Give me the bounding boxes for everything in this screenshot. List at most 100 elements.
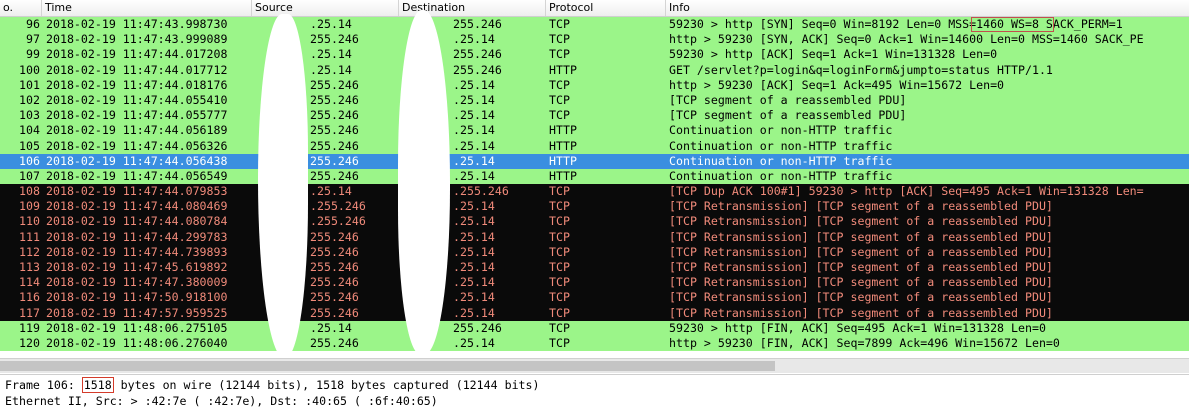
packet-time: 2018-02-19 11:47:57.959525 <box>46 305 228 320</box>
packet-info: [TCP Retransmission] [TCP segment of a r… <box>669 199 1053 214</box>
packet-no: 97 <box>26 32 40 47</box>
packet-time: 2018-02-19 11:47:44.080469 <box>46 199 228 214</box>
packet-protocol: HTTP <box>549 123 577 138</box>
packet-list: 96 2018-02-19 11:47:43.998730.25.14 255.24… <box>0 17 1189 352</box>
packet-protocol: TCP <box>549 290 570 305</box>
horizontal-scrollbar[interactable] <box>0 358 1189 373</box>
packet-row[interactable]: 103 2018-02-19 11:47:44.055777 255.246.25.… <box>0 108 1189 124</box>
packet-row[interactable]: 101 2018-02-19 11:47:44.018176 255.246.25.… <box>0 77 1189 93</box>
column-header-source[interactable]: Source <box>252 0 399 16</box>
column-header-no[interactable]: o. <box>0 0 42 16</box>
packet-no: 100 <box>19 62 40 77</box>
packet-row[interactable]: 117 2018-02-19 11:47:57.959525 255.246.25.… <box>0 305 1189 321</box>
packet-time: 2018-02-19 11:47:45.619892 <box>46 260 228 274</box>
scrollbar-thumb[interactable] <box>0 361 775 371</box>
packet-info: 59230 > http [SYN] Seq=0 Win=8192 Len=0 … <box>669 17 1123 31</box>
packet-time: 2018-02-19 11:47:44.017712 <box>46 62 228 77</box>
packet-info: http > 59230 [ACK] Seq=1 Ack=495 Win=156… <box>669 77 1005 92</box>
packet-row[interactable]: 110 2018-02-19 11:47:44.080784.255.246.25… <box>0 214 1189 230</box>
packet-row[interactable]: 99 2018-02-19 11:47:44.017208.25.14 255.24… <box>0 47 1189 63</box>
packet-no: 114 <box>19 275 40 290</box>
packet-info: Continuation or non-HTTP traffic <box>669 168 893 183</box>
packet-time: 2018-02-19 11:47:44.017208 <box>46 47 228 62</box>
packet-time: 2018-02-19 11:48:06.276040 <box>46 335 228 350</box>
packet-protocol: TCP <box>549 244 570 259</box>
packet-row[interactable]: 112 2018-02-19 11:47:44.739893 255.246.25.… <box>0 244 1189 260</box>
packet-info: Continuation or non-HTTP traffic <box>669 123 893 138</box>
packet-protocol: HTTP <box>549 138 577 153</box>
packet-protocol: TCP <box>549 47 570 62</box>
packet-protocol: TCP <box>549 92 570 107</box>
packet-row[interactable]: 113 2018-02-19 11:47:45.619892 255.246.25.… <box>0 260 1189 276</box>
packet-row[interactable]: 107 2018-02-19 11:47:44.056549 255.246.25.… <box>0 168 1189 185</box>
packet-time: 2018-02-19 11:47:44.079853 <box>46 184 228 199</box>
packet-row[interactable]: 97 2018-02-19 11:47:43.999089 255.246.25.1… <box>0 32 1189 48</box>
packet-protocol: TCP <box>549 214 570 229</box>
packet-row[interactable]: 106 2018-02-19 11:47:44.056438 255.246.25.… <box>0 153 1189 169</box>
frame-bytes-highlight: 1518 <box>81 377 114 393</box>
packet-row[interactable]: 116 2018-02-19 11:47:50.918100 255.246.25.… <box>0 290 1189 306</box>
packet-no: 112 <box>19 244 40 259</box>
mss-highlight-box <box>971 17 1054 32</box>
packet-time: 2018-02-19 11:47:44.739893 <box>46 244 228 259</box>
packet-info: [TCP Retransmission] [TCP segment of a r… <box>669 229 1053 244</box>
packet-time: 2018-02-19 11:47:44.055777 <box>46 108 228 123</box>
packet-time: 2018-02-19 11:47:44.056549 <box>46 168 228 183</box>
packet-no: 110 <box>19 214 40 229</box>
packet-protocol: TCP <box>549 184 570 199</box>
destination-redaction <box>398 10 450 354</box>
packet-details-pane: Frame 106: 1518 bytes on wire (12144 bit… <box>0 374 1189 409</box>
packet-row[interactable]: 102 2018-02-19 11:47:44.055410 255.246.25.… <box>0 92 1189 109</box>
packet-protocol: HTTP <box>549 62 577 77</box>
packet-list-header: o. Time Source Destination Protocol Info <box>0 0 1189 17</box>
packet-no: 106 <box>19 153 40 168</box>
packet-no: 102 <box>19 92 40 107</box>
packet-protocol: TCP <box>549 17 570 31</box>
packet-protocol: TCP <box>549 229 570 244</box>
packet-row[interactable]: 114 2018-02-19 11:47:47.380009 255.246.25.… <box>0 275 1189 291</box>
packet-protocol: TCP <box>549 199 570 214</box>
packet-no: 99 <box>26 47 40 62</box>
column-header-time[interactable]: Time <box>42 0 252 16</box>
packet-info: Continuation or non-HTTP traffic <box>669 153 893 168</box>
packet-info: [TCP Retransmission] [TCP segment of a r… <box>669 305 1053 320</box>
source-redaction <box>258 14 308 358</box>
packet-info: GET /servlet?p=login&q=loginForm&jumpto=… <box>669 62 1053 77</box>
ethernet-detail-line[interactable]: Ethernet II, Src: > :42:7e ( :42:7e), Ds… <box>5 394 438 409</box>
packet-no: 107 <box>19 168 40 183</box>
packet-protocol: TCP <box>549 320 570 335</box>
packet-info: [TCP segment of a reassembled PDU] <box>669 92 907 107</box>
packet-row[interactable]: 119 2018-02-19 11:48:06.275105.25.14 255.2… <box>0 320 1189 336</box>
packet-row[interactable]: 104 2018-02-19 11:47:44.056189 255.246.25.… <box>0 123 1189 139</box>
packet-no: 96 <box>26 17 40 31</box>
packet-row[interactable]: 105 2018-02-19 11:47:44.056326 255.246.25.… <box>0 138 1189 154</box>
packet-row[interactable]: 108 2018-02-19 11:47:44.079853.25.14.255.… <box>0 184 1189 200</box>
packet-row[interactable]: 100 2018-02-19 11:47:44.017712.25.14 255.2… <box>0 62 1189 78</box>
frame-detail-line[interactable]: Frame 106: 1518 bytes on wire (12144 bit… <box>5 377 540 393</box>
packet-no: 120 <box>19 335 40 350</box>
packet-info: [TCP Retransmission] [TCP segment of a r… <box>669 260 1053 274</box>
packet-time: 2018-02-19 11:47:47.380009 <box>46 275 228 290</box>
packet-info: [TCP Retransmission] [TCP segment of a r… <box>669 214 1053 229</box>
packet-no: 103 <box>19 108 40 123</box>
packet-protocol: TCP <box>549 32 570 47</box>
packet-info: [TCP segment of a reassembled PDU] <box>669 108 907 123</box>
packet-info: [TCP Retransmission] [TCP segment of a r… <box>669 290 1053 305</box>
packet-row[interactable]: 120 2018-02-19 11:48:06.276040 255.246.25.… <box>0 335 1189 352</box>
column-header-info[interactable]: Info <box>666 0 1189 16</box>
packet-info: Continuation or non-HTTP traffic <box>669 138 893 153</box>
packet-row[interactable]: 111 2018-02-19 11:47:44.299783 255.246.25.… <box>0 229 1189 245</box>
packet-info: [TCP Retransmission] [TCP segment of a r… <box>669 244 1053 259</box>
packet-time: 2018-02-19 11:47:50.918100 <box>46 290 228 305</box>
packet-no: 105 <box>19 138 40 153</box>
packet-time: 2018-02-19 11:47:43.999089 <box>46 32 228 47</box>
frame-prefix: Frame 106: <box>5 378 82 392</box>
packet-row[interactable]: 109 2018-02-19 11:47:44.080469.255.246.25… <box>0 199 1189 215</box>
packet-no: 109 <box>19 199 40 214</box>
packet-no: 117 <box>19 305 40 320</box>
packet-no: 113 <box>19 260 40 274</box>
packet-no: 108 <box>19 184 40 199</box>
packet-no: 101 <box>19 77 40 92</box>
column-header-protocol[interactable]: Protocol <box>546 0 666 16</box>
packet-time: 2018-02-19 11:47:44.056326 <box>46 138 228 153</box>
